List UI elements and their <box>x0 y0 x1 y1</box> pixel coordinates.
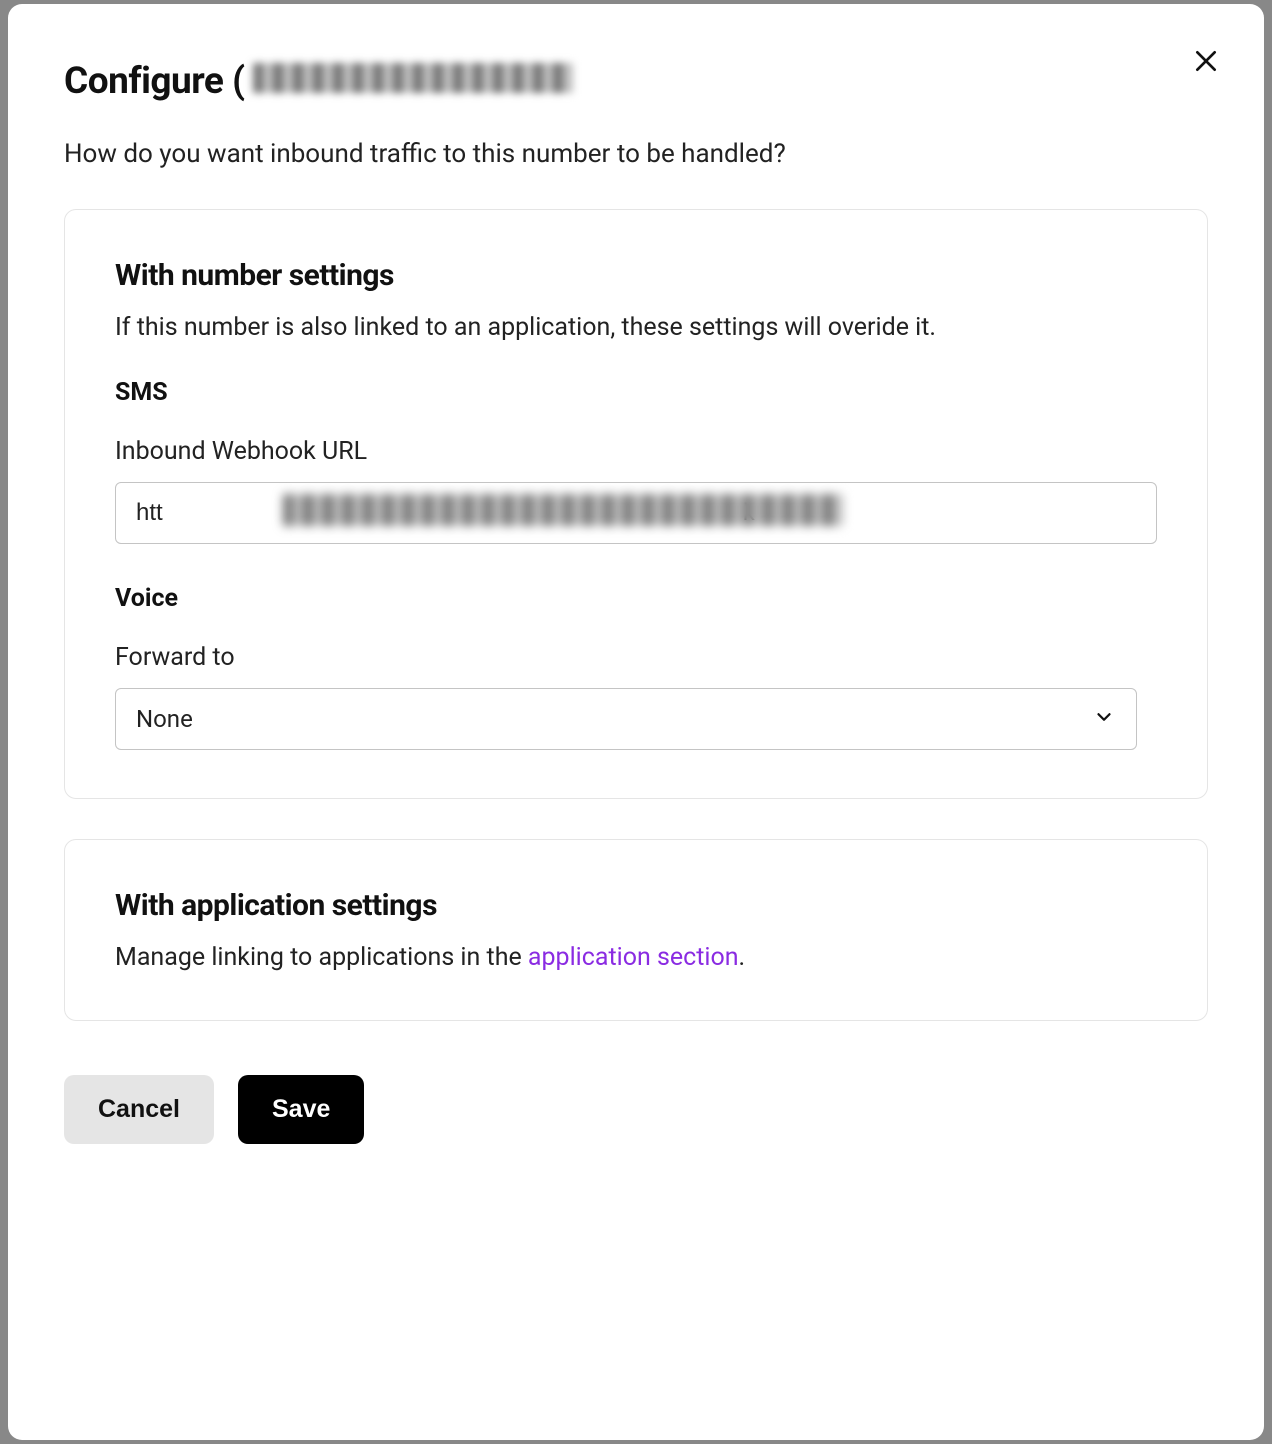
app-desc-suffix: . <box>739 943 746 972</box>
redacted-phone-number <box>253 63 573 93</box>
modal-title: Configure ( <box>64 60 1208 103</box>
sms-section-label: SMS <box>115 378 1157 407</box>
application-settings-desc: Manage linking to applications in the ap… <box>115 943 1157 972</box>
cancel-button[interactable]: Cancel <box>64 1075 214 1144</box>
forward-to-select[interactable]: None <box>115 688 1137 750</box>
app-desc-prefix: Manage linking to applications in the <box>115 943 528 972</box>
application-settings-card: With application settings Manage linking… <box>64 839 1208 1021</box>
application-settings-title: With application settings <box>115 888 1157 923</box>
inbound-webhook-label: Inbound Webhook URL <box>115 437 1157 466</box>
application-section-link[interactable]: application section <box>528 943 739 972</box>
forward-to-label: Forward to <box>115 643 1157 672</box>
save-button[interactable]: Save <box>238 1075 364 1144</box>
modal-subtitle: How do you want inbound traffic to this … <box>64 139 1208 169</box>
close-icon <box>1193 48 1219 77</box>
modal-footer: Cancel Save <box>64 1075 1208 1144</box>
voice-section-label: Voice <box>115 584 1157 613</box>
number-settings-card: With number settings If this number is a… <box>64 209 1208 799</box>
close-button[interactable] <box>1184 40 1228 84</box>
configure-number-modal: Configure ( How do you want inbound traf… <box>8 4 1264 1440</box>
inbound-webhook-input[interactable] <box>115 482 1157 544</box>
number-settings-desc: If this number is also linked to an appl… <box>115 313 1157 342</box>
title-prefix: Configure ( <box>64 60 245 103</box>
number-settings-title: With number settings <box>115 258 1157 293</box>
